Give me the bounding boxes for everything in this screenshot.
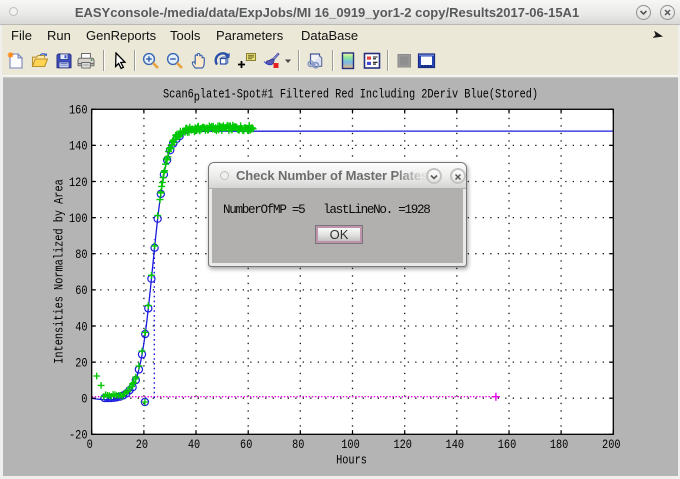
svg-text:140: 140 — [446, 438, 465, 452]
svg-text:60: 60 — [240, 438, 252, 452]
svg-text:0: 0 — [87, 438, 93, 452]
svg-text:100: 100 — [341, 438, 360, 452]
svg-text:0: 0 — [81, 393, 87, 407]
svg-text:60: 60 — [75, 284, 87, 298]
svg-text:100: 100 — [69, 212, 88, 226]
svg-text:40: 40 — [188, 438, 200, 452]
svg-text:Intensities Normalized by Area: Intensities Normalized by Area — [53, 179, 67, 364]
svg-text:200: 200 — [602, 438, 621, 452]
svg-text:120: 120 — [69, 176, 88, 190]
svg-text:40: 40 — [75, 320, 87, 334]
svg-text:late1-Spot#1 Filtered Red Incl: late1-Spot#1 Filtered Red Including 2Der… — [200, 88, 538, 102]
svg-text:80: 80 — [75, 248, 87, 262]
svg-text:120: 120 — [393, 438, 412, 452]
svg-text:160: 160 — [69, 104, 88, 118]
svg-text:20: 20 — [75, 356, 87, 370]
svg-text:180: 180 — [550, 438, 569, 452]
svg-text:160: 160 — [498, 438, 517, 452]
svg-text:-20: -20 — [69, 429, 88, 443]
svg-text:140: 140 — [69, 140, 88, 154]
svg-text:Scan6: Scan6 — [163, 88, 194, 102]
svg-text:20: 20 — [136, 438, 148, 452]
svg-text:80: 80 — [292, 438, 304, 452]
svg-text:Hours: Hours — [336, 454, 367, 468]
